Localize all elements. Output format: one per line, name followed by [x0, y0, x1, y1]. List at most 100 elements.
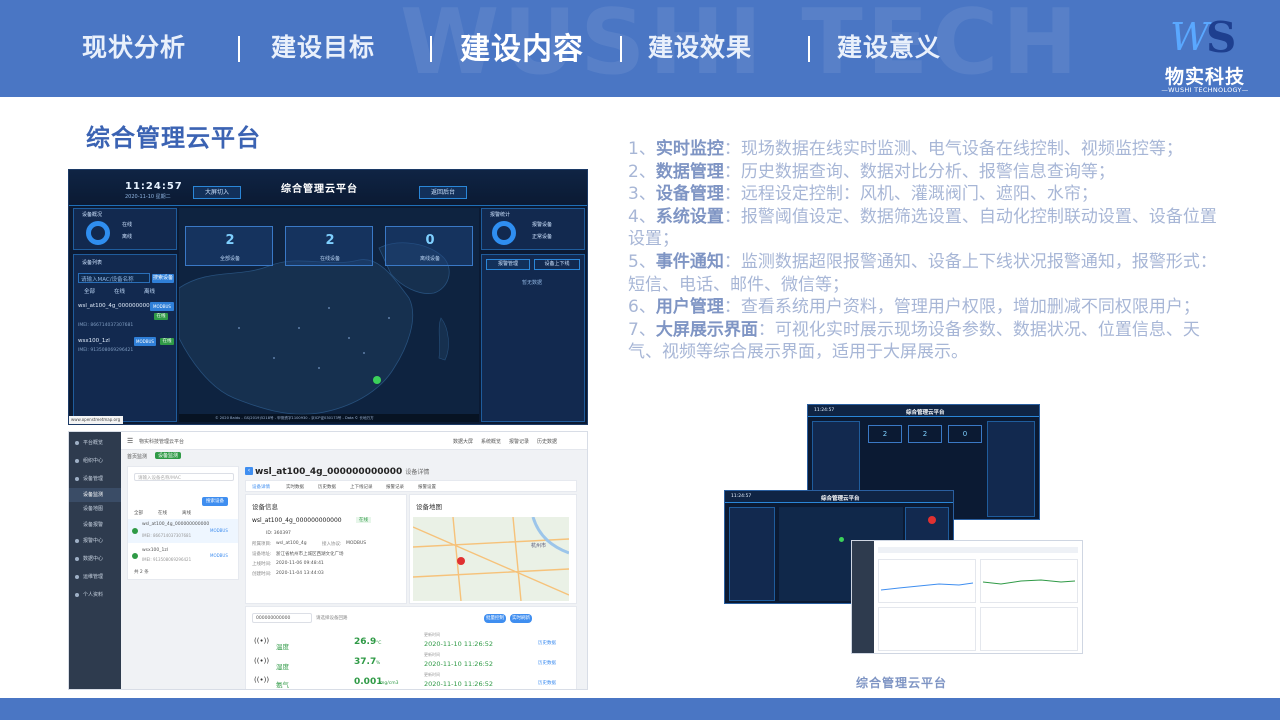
- reading-unit: mg/cm3: [380, 681, 399, 686]
- tab-online-log[interactable]: 上下线记录: [350, 484, 373, 490]
- feature-key: 数据管理: [655, 161, 724, 182]
- nav-separator: [808, 36, 810, 62]
- breadcrumb-home[interactable]: 首页监测: [127, 453, 147, 460]
- dashboard-map[interactable]: 2 全部设备 2 在线设备 0 离线设备 © 2020 Baidu - GS(2…: [178, 208, 479, 422]
- reading-value: 37.7: [354, 657, 377, 667]
- device-protocol-button[interactable]: MODBUS: [150, 302, 174, 311]
- device-search-input[interactable]: 请输入MAC/设备名称: [78, 273, 150, 283]
- device-location-map[interactable]: 杭州市: [413, 517, 569, 601]
- sidebar-item-data-center[interactable]: 数据中心: [69, 552, 121, 566]
- reading-value: 26.9: [354, 637, 377, 647]
- sidebar-item-profile[interactable]: 个人资料: [69, 588, 121, 602]
- sidebar-item-map[interactable]: 设备地图: [69, 502, 121, 516]
- topbar-link-bigscreen[interactable]: 数据大屏: [453, 438, 473, 445]
- alarm-tab-online[interactable]: 设备上下线: [534, 259, 580, 270]
- menu-icon[interactable]: ☰: [127, 437, 133, 445]
- tab-alarm-setting[interactable]: 报警设置: [418, 484, 436, 490]
- feature-item: 1、实时监控：现场数据在线实时监测、电气设备在线控制、视频监控等；: [628, 138, 1232, 161]
- list-search-button[interactable]: 搜索设备: [202, 497, 228, 506]
- detail-sidebar: 平台概览 组织中心 设备管理 设备监测 设备地图 设备报警 报警中心 数据中心 …: [69, 432, 121, 689]
- device-detail-screenshot: 平台概览 组织中心 设备管理 设备监测 设备地图 设备报警 报警中心 数据中心 …: [68, 431, 588, 690]
- refresh-button[interactable]: 实时刷新: [510, 614, 532, 623]
- filter-all[interactable]: 全部: [84, 287, 95, 295]
- info-group-label: 所属项目:: [252, 542, 272, 547]
- composite-chart-2: [980, 559, 1078, 603]
- composite-admin-screen: [851, 540, 1083, 654]
- dashboard-tab-back[interactable]: 返回后台: [419, 186, 467, 199]
- topbar-link-alarm[interactable]: 报警记录: [509, 438, 529, 445]
- feature-list: 1、实时监控：现场数据在线实时监测、电气设备在线控制、视频监控等； 2、数据管理…: [628, 138, 1232, 364]
- device-detail-name: wsl_at100_4g_000000000000: [255, 467, 403, 477]
- device-list-panel: 设备列表 请输入MAC/设备名称 搜索设备 全部 在线 离线 wsl_at100…: [73, 254, 177, 422]
- sidebar-item-alarm[interactable]: 设备报警: [69, 518, 121, 532]
- feature-number: 2、: [628, 161, 656, 182]
- sidebar-item-label: 设备报警: [83, 522, 104, 528]
- list-item[interactable]: wsl_at100_4g_000000000000 IMEI: 86671403…: [128, 519, 238, 543]
- sidebar-item-alarm-center[interactable]: 报警中心: [69, 534, 121, 548]
- feature-number: 7、: [628, 319, 656, 340]
- sidebar-item-ops[interactable]: 运维管理: [69, 570, 121, 584]
- list-filter-all[interactable]: 全部: [134, 510, 143, 516]
- device-status-badge: 在线: [160, 338, 174, 345]
- tab-realtime[interactable]: 实时数据: [286, 484, 304, 490]
- device-protocol-button[interactable]: MODBUS: [134, 337, 156, 346]
- realtime-readings-card: 000000000000 请选择设备回路 批量控制 实时刷新 ((•)) 温度 …: [245, 606, 577, 689]
- tab-history[interactable]: 历史数据: [318, 484, 336, 490]
- back-arrow-icon[interactable]: ‹: [245, 467, 253, 475]
- breadcrumb-current[interactable]: 设备监测: [155, 452, 182, 459]
- map-device-marker[interactable]: [373, 376, 381, 384]
- sidebar-item-device-mgmt[interactable]: 设备管理: [69, 472, 121, 486]
- dot-icon: [75, 575, 79, 579]
- reading-history-link[interactable]: 历史数据: [538, 680, 556, 686]
- device-search-button[interactable]: 搜索设备: [152, 274, 174, 283]
- tab-alarm-log[interactable]: 报警记录: [386, 484, 404, 490]
- feature-key: 实时监控: [655, 139, 724, 159]
- nav-item-effects[interactable]: 建设效果: [648, 28, 752, 64]
- composite-title: 综合管理云平台: [906, 410, 945, 416]
- sidebar-item-org[interactable]: 组织中心: [69, 454, 121, 468]
- reading-history-link[interactable]: 历史数据: [538, 640, 556, 646]
- list-filter-offline[interactable]: 离线: [182, 510, 191, 516]
- sidebar-item-monitor[interactable]: 设备监测: [69, 488, 121, 502]
- list-item[interactable]: wsx100_1zl IMEI: 913508069296421 MODBUS: [128, 545, 238, 567]
- nav-item-goals[interactable]: 建设目标: [271, 28, 375, 64]
- dashboard-tab-bigscreen[interactable]: 大屏切入: [193, 186, 241, 199]
- line-chart-icon: [880, 582, 974, 591]
- alarm-legend-normal: 正常设备: [532, 234, 553, 240]
- info-create: 2020-11-04 13:44:03: [276, 571, 324, 576]
- topbar-link-overview[interactable]: 系统概览: [481, 438, 501, 445]
- filter-offline[interactable]: 离线: [144, 287, 155, 295]
- device-list-title: 设备列表: [82, 260, 103, 266]
- list-search-input[interactable]: 请输入设备名称/MAC: [134, 473, 234, 481]
- loop-select[interactable]: 000000000000: [252, 613, 312, 623]
- nav-separator: [620, 36, 622, 62]
- topbar-link-history[interactable]: 历史数据: [537, 438, 557, 445]
- filter-online[interactable]: 在线: [114, 287, 125, 295]
- composite-topbar: 11:24:57 综合管理云平台: [808, 405, 1039, 417]
- list-search-placeholder: 请输入设备名称/MAC: [138, 476, 182, 481]
- tab-detail[interactable]: 设备详情: [252, 484, 270, 490]
- footer-bar: [0, 698, 1280, 720]
- svg-text:杭州市: 杭州市: [531, 542, 546, 549]
- list-filter-online[interactable]: 在线: [158, 510, 167, 516]
- alarm-tab-manage[interactable]: 报警管理: [486, 259, 530, 270]
- feature-item: 2、数据管理：历史数据查询、数据对比分析、报警信息查询等；: [628, 161, 1232, 184]
- map-marker-icon: [839, 537, 844, 542]
- nav-item-status-analysis[interactable]: 现状分析: [82, 28, 186, 64]
- top-nav: 现状分析 建设目标 建设内容 建设效果 建设意义: [0, 0, 1150, 97]
- online-dot-icon: [132, 553, 138, 559]
- feature-key: 事件通知: [655, 251, 724, 272]
- list-item-name: wsx100_1zl: [142, 548, 169, 553]
- nav-item-content[interactable]: 建设内容: [460, 24, 584, 68]
- reading-history-link[interactable]: 历史数据: [538, 660, 556, 666]
- map-card-title: 设备地图: [416, 503, 442, 511]
- device-status-badge: 在线: [154, 313, 168, 320]
- list-item-protocol[interactable]: MODBUS: [210, 528, 228, 533]
- batch-control-button[interactable]: 批量控制: [484, 614, 506, 623]
- feature-item: 6、用户管理：查看系统用户资料，管理用户权限，增加删减不同权限用户；: [628, 296, 1232, 319]
- section-title: 综合管理云平台: [86, 124, 261, 152]
- list-item-protocol[interactable]: MODBUS: [210, 553, 228, 558]
- nav-item-significance[interactable]: 建设意义: [837, 28, 941, 64]
- feature-item: 4、系统设置：报警阈值设定、数据筛选设置、自动化控制联动设置、设备位置设置；: [628, 206, 1232, 251]
- sidebar-item-overview[interactable]: 平台概览: [69, 436, 121, 450]
